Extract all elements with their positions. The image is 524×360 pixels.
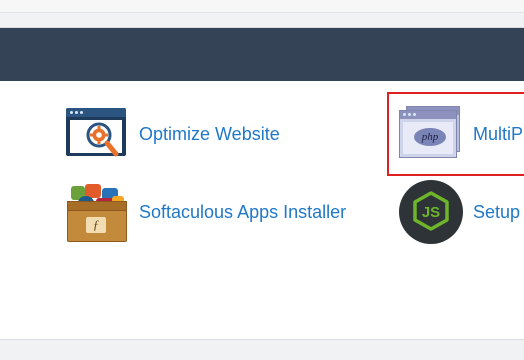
- optimize-website-icon: [64, 104, 128, 164]
- php-window-icon: php: [398, 104, 462, 164]
- panel-header: [0, 28, 524, 81]
- multiphp-label: MultiPHP: [473, 123, 524, 144]
- setup-nodejs-link[interactable]: JS Setup: [398, 180, 521, 244]
- optimize-website-label: Optimize Website: [139, 123, 280, 144]
- nodejs-icon: JS: [398, 180, 463, 244]
- softaculous-link[interactable]: ƒ Softaculous Apps Installer: [64, 182, 346, 242]
- setup-label: Setup: [473, 201, 521, 222]
- multiphp-link[interactable]: php MultiPHP: [398, 104, 524, 164]
- nodejs-logo-text: JS: [422, 204, 440, 221]
- panel-body: Optimize Website php MultiPHP: [0, 81, 524, 339]
- php-logo-text: php: [414, 128, 446, 146]
- softaculous-box-icon: ƒ: [64, 182, 128, 242]
- tools-panel: Optimize Website php MultiPHP: [0, 27, 524, 340]
- top-strip: [0, 0, 524, 13]
- softaculous-label: Softaculous Apps Installer: [139, 201, 347, 222]
- optimize-website-link[interactable]: Optimize Website: [64, 104, 280, 164]
